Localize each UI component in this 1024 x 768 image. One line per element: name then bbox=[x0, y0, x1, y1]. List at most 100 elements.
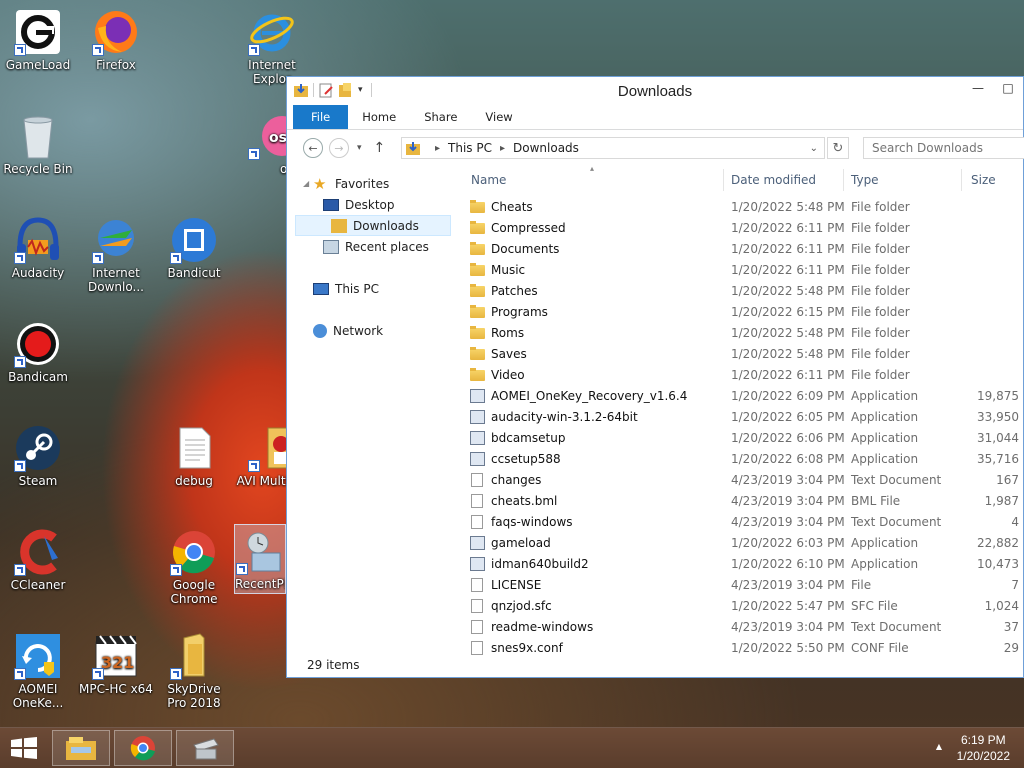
breadcrumb-downloads[interactable]: Downloads bbox=[513, 141, 579, 155]
file-date-modified: 1/20/2022 5:48 PM bbox=[731, 347, 845, 361]
aomei-icon bbox=[14, 632, 62, 680]
taskbar-file-explorer[interactable] bbox=[52, 730, 110, 766]
file-row[interactable]: ccsetup588 1/20/2022 6:08 PM Application 35… bbox=[459, 449, 1023, 470]
minimize-button[interactable]: — bbox=[963, 77, 993, 99]
desktop-icon-skydrive-pro[interactable]: SkyDrive Pro 2018 bbox=[156, 632, 232, 710]
file-row[interactable]: Cheats 1/20/2022 5:48 PM File folder bbox=[459, 197, 1023, 218]
nav-desktop[interactable]: Desktop bbox=[287, 194, 457, 215]
desktop-icon-recentplaces[interactable]: RecentPl bbox=[234, 524, 286, 594]
tab-share[interactable]: Share bbox=[410, 105, 471, 129]
nav-network[interactable]: Network bbox=[287, 320, 457, 341]
column-date-modified[interactable]: Date modified bbox=[731, 173, 816, 187]
nav-favorites[interactable]: ◢ ★ Favorites bbox=[287, 173, 457, 194]
nav-this-pc[interactable]: This PC bbox=[287, 278, 457, 299]
desktop-icon-mpc-hc[interactable]: 321 MPC-HC x64 bbox=[78, 632, 154, 696]
tab-view[interactable]: View bbox=[471, 105, 526, 129]
search-input[interactable] bbox=[863, 137, 1024, 159]
folder-icon bbox=[470, 305, 485, 318]
chevron-right-icon[interactable]: ▸ bbox=[500, 143, 505, 154]
breadcrumb-this-pc[interactable]: This PC bbox=[448, 141, 492, 155]
desktop-icon-gameload[interactable]: GameLoad bbox=[0, 8, 76, 72]
file-row[interactable]: Roms 1/20/2022 5:48 PM File folder bbox=[459, 323, 1023, 344]
desktop-icon-bandicam[interactable]: Bandicam bbox=[0, 320, 76, 384]
expand-arrow-icon[interactable]: ◢ bbox=[303, 179, 313, 188]
file-type: Application bbox=[851, 557, 919, 571]
chevron-right-icon[interactable]: ▸ bbox=[435, 143, 440, 154]
desktop-icon bbox=[323, 198, 339, 211]
file-date-modified: 4/23/2019 3:04 PM bbox=[731, 578, 845, 592]
recent-locations-button[interactable]: ▾ bbox=[357, 143, 362, 153]
desktop-icon-steam[interactable]: Steam bbox=[0, 424, 76, 488]
address-bar[interactable]: ▸ This PC ▸ Downloads ⌄ bbox=[401, 137, 825, 159]
document-icon bbox=[471, 599, 483, 613]
tray-overflow-icon[interactable]: ▲ bbox=[936, 742, 942, 751]
file-date-modified: 1/20/2022 6:10 PM bbox=[731, 557, 845, 571]
desktop-icon-firefox[interactable]: Firefox bbox=[78, 8, 154, 72]
breadcrumb: ▸ This PC ▸ Downloads bbox=[427, 141, 579, 155]
maximize-button[interactable]: □ bbox=[993, 77, 1023, 99]
file-row[interactable]: Video 1/20/2022 6:11 PM File folder bbox=[459, 365, 1023, 386]
forward-button[interactable]: → bbox=[329, 138, 349, 158]
file-type: Application bbox=[851, 452, 919, 466]
folder-icon bbox=[470, 347, 485, 360]
file-type: File folder bbox=[851, 326, 910, 340]
file-type: SFC File bbox=[851, 599, 898, 613]
application-icon bbox=[470, 410, 485, 424]
document-icon bbox=[471, 494, 483, 508]
navigation-pane: ◢ ★ Favorites Desktop Downloads Recent p… bbox=[287, 165, 457, 657]
file-type: File folder bbox=[851, 242, 910, 256]
desktop-icon-internet-explorer[interactable]: Internet Explor bbox=[234, 8, 310, 86]
file-row[interactable]: faqs-windows 4/23/2019 3:04 PM Text Docume… bbox=[459, 512, 1023, 533]
desktop-icon-bandicut[interactable]: Bandicut bbox=[156, 216, 232, 280]
file-row[interactable]: readme-windows 4/23/2019 3:04 PM Text Docu… bbox=[459, 617, 1023, 638]
file-row[interactable]: idman640build2 1/20/2022 6:10 PM Applicati… bbox=[459, 554, 1023, 575]
explorer-window[interactable]: ▾ Downloads — □ File Home Share View ← →… bbox=[286, 76, 1024, 678]
file-row[interactable]: audacity-win-3.1.2-64bit 1/20/2022 6:05 P… bbox=[459, 407, 1023, 428]
desktop-icon-aomei-onekey[interactable]: AOMEI OneKe... bbox=[0, 632, 76, 710]
file-type: File folder bbox=[851, 347, 910, 361]
file-name: idman640build2 bbox=[491, 557, 589, 571]
file-row[interactable]: Programs 1/20/2022 6:15 PM File folder bbox=[459, 302, 1023, 323]
ribbon-tabs: File Home Share View bbox=[287, 105, 1023, 130]
desktop-icon-ccleaner[interactable]: CCleaner bbox=[0, 528, 76, 592]
file-row[interactable]: qnzjod.sfc 1/20/2022 5:47 PM SFC File 1,024 bbox=[459, 596, 1023, 617]
file-row[interactable]: AOMEI_OneKey_Recovery_v1.6.4 1/20/2022 6:… bbox=[459, 386, 1023, 407]
desktop-icon-recycle-bin[interactable]: Recycle Bin bbox=[0, 112, 76, 176]
file-row[interactable]: Documents 1/20/2022 6:11 PM File folder bbox=[459, 239, 1023, 260]
start-button[interactable] bbox=[10, 737, 38, 759]
file-row[interactable]: Patches 1/20/2022 5:48 PM File folder bbox=[459, 281, 1023, 302]
tab-home[interactable]: Home bbox=[348, 105, 410, 129]
file-row[interactable]: bdcamsetup 1/20/2022 6:06 PM Application 31… bbox=[459, 428, 1023, 449]
file-row[interactable]: Saves 1/20/2022 5:48 PM File folder bbox=[459, 344, 1023, 365]
title-bar[interactable]: ▾ Downloads — □ bbox=[287, 77, 1023, 105]
file-size: 1,987 bbox=[984, 494, 1019, 508]
file-row[interactable]: Music 1/20/2022 6:11 PM File folder bbox=[459, 260, 1023, 281]
file-row[interactable]: cheats.bml 4/23/2019 3:04 PM BML File 1,987 bbox=[459, 491, 1023, 512]
file-row[interactable]: gameload 1/20/2022 6:03 PM Application 22,8… bbox=[459, 533, 1023, 554]
back-button[interactable]: ← bbox=[303, 138, 323, 158]
file-name: readme-windows bbox=[491, 620, 594, 634]
nav-recent-places[interactable]: Recent places bbox=[287, 236, 457, 257]
system-clock[interactable]: 6:19 PM 1/20/2022 bbox=[957, 732, 1010, 764]
file-type: Text Document bbox=[851, 515, 942, 529]
tab-file[interactable]: File bbox=[293, 105, 349, 129]
taskbar-chrome[interactable] bbox=[114, 730, 172, 766]
column-type[interactable]: Type bbox=[851, 173, 879, 187]
address-dropdown-icon[interactable]: ⌄ bbox=[810, 143, 818, 154]
up-button[interactable]: ↑ bbox=[374, 140, 386, 156]
file-row[interactable]: Compressed 1/20/2022 6:11 PM File folder bbox=[459, 218, 1023, 239]
desktop-icon-internet-download-manager[interactable]: Internet Downlo... bbox=[78, 216, 154, 294]
column-name[interactable]: Name bbox=[471, 173, 506, 187]
file-row[interactable]: changes 4/23/2019 3:04 PM Text Document 167 bbox=[459, 470, 1023, 491]
column-size[interactable]: Size bbox=[971, 173, 996, 187]
file-type: File folder bbox=[851, 368, 910, 382]
refresh-button[interactable]: ↻ bbox=[827, 137, 849, 159]
file-row[interactable]: LICENSE 4/23/2019 3:04 PM File 7 bbox=[459, 575, 1023, 596]
desktop-icon-google-chrome[interactable]: Google Chrome bbox=[156, 528, 232, 606]
file-date-modified: 1/20/2022 6:11 PM bbox=[731, 221, 845, 235]
file-date-modified: 1/20/2022 6:08 PM bbox=[731, 452, 845, 466]
desktop-icon-debug[interactable]: debug bbox=[156, 424, 232, 488]
nav-downloads[interactable]: Downloads bbox=[295, 215, 451, 236]
taskbar-program[interactable] bbox=[176, 730, 234, 766]
desktop-icon-audacity[interactable]: Audacity bbox=[0, 216, 76, 280]
